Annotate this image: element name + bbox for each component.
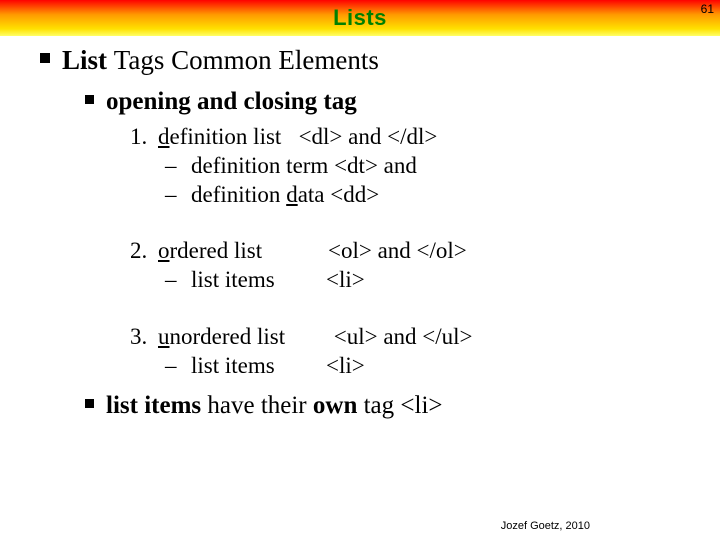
- item2-sub1-text: list items<li>: [191, 266, 700, 295]
- heading-plain: Tags Common Elements: [114, 45, 379, 75]
- closing-b2: own: [313, 392, 364, 419]
- item3-sub1-text: list items<li>: [191, 352, 700, 381]
- item-number: 1.: [130, 123, 158, 152]
- item-body: definition list <dl> and </dl>: [158, 123, 700, 152]
- item2-sub1: – list items<li>: [165, 266, 700, 295]
- closing-row: list items have their own tag <li>: [85, 390, 700, 421]
- item3-sub1: – list items<li>: [165, 352, 700, 381]
- ordered-item-3: 3. unordered list <ul> and </ul>: [130, 323, 700, 352]
- closing-b1: list items: [106, 392, 207, 419]
- slide-title: Lists: [333, 5, 387, 31]
- bullet-square-icon: [40, 53, 50, 63]
- item2-d1-tags: <li>: [326, 267, 365, 292]
- item2-underline: o: [158, 238, 170, 263]
- item-body: unordered list <ul> and </ul>: [158, 323, 700, 352]
- item1-d2-underline: d: [286, 182, 298, 207]
- item-number: 3.: [130, 323, 158, 352]
- item3-d1-tags: <li>: [326, 353, 365, 378]
- dash-icon: –: [165, 181, 191, 210]
- item1-label-rest: efinition list: [170, 124, 282, 149]
- ordered-item-1: 1. definition list <dl> and </dl>: [130, 123, 700, 152]
- footer-text: Jozef Goetz, 2010: [501, 520, 590, 532]
- bullet-square-icon: [85, 95, 94, 104]
- item-body: ordered list <ol> and </ol>: [158, 237, 700, 266]
- page-number: 61: [701, 2, 714, 16]
- item2-tags: <ol> and </ol>: [328, 238, 467, 263]
- item-number: 2.: [130, 237, 158, 266]
- item1-d2-pre: definition: [191, 182, 286, 207]
- heading-text: List Tags Common Elements: [62, 44, 379, 78]
- item2-label-rest: rdered list: [170, 238, 263, 263]
- item1-tags: <dl> and </dl>: [281, 124, 437, 149]
- item1-sub2-text: definition data <dd>: [191, 181, 700, 210]
- closing-p2: tag <li>: [364, 392, 443, 419]
- dash-icon: –: [165, 266, 191, 295]
- title-bar: Lists: [0, 0, 720, 36]
- bullet-square-icon: [85, 399, 94, 408]
- subheading-text: opening and closing tag: [106, 86, 357, 117]
- item3-tags: <ul> and </ul>: [328, 324, 473, 349]
- item1-sub1-text: definition term <dt> and: [191, 152, 700, 181]
- dash-icon: –: [165, 152, 191, 181]
- heading-row: List Tags Common Elements: [40, 44, 700, 78]
- closing-p1: have their: [207, 392, 313, 419]
- item2-d1-label: list items: [191, 266, 326, 295]
- item1-d2-rest: ata <dd>: [298, 182, 380, 207]
- item1-sub1: – definition term <dt> and: [165, 152, 700, 181]
- closing-text: list items have their own tag <li>: [106, 390, 443, 421]
- item3-d1-label: list items: [191, 352, 326, 381]
- item1-sub2: – definition data <dd>: [165, 181, 700, 210]
- item1-underline: d: [158, 124, 170, 149]
- heading-bold: List: [62, 45, 114, 75]
- dash-icon: –: [165, 352, 191, 381]
- item3-label-rest: nordered list: [170, 324, 286, 349]
- ordered-item-2: 2. ordered list <ol> and </ol>: [130, 237, 700, 266]
- content-area: List Tags Common Elements opening and cl…: [0, 36, 720, 422]
- subheading-row: opening and closing tag: [85, 86, 700, 117]
- item3-underline: u: [158, 324, 170, 349]
